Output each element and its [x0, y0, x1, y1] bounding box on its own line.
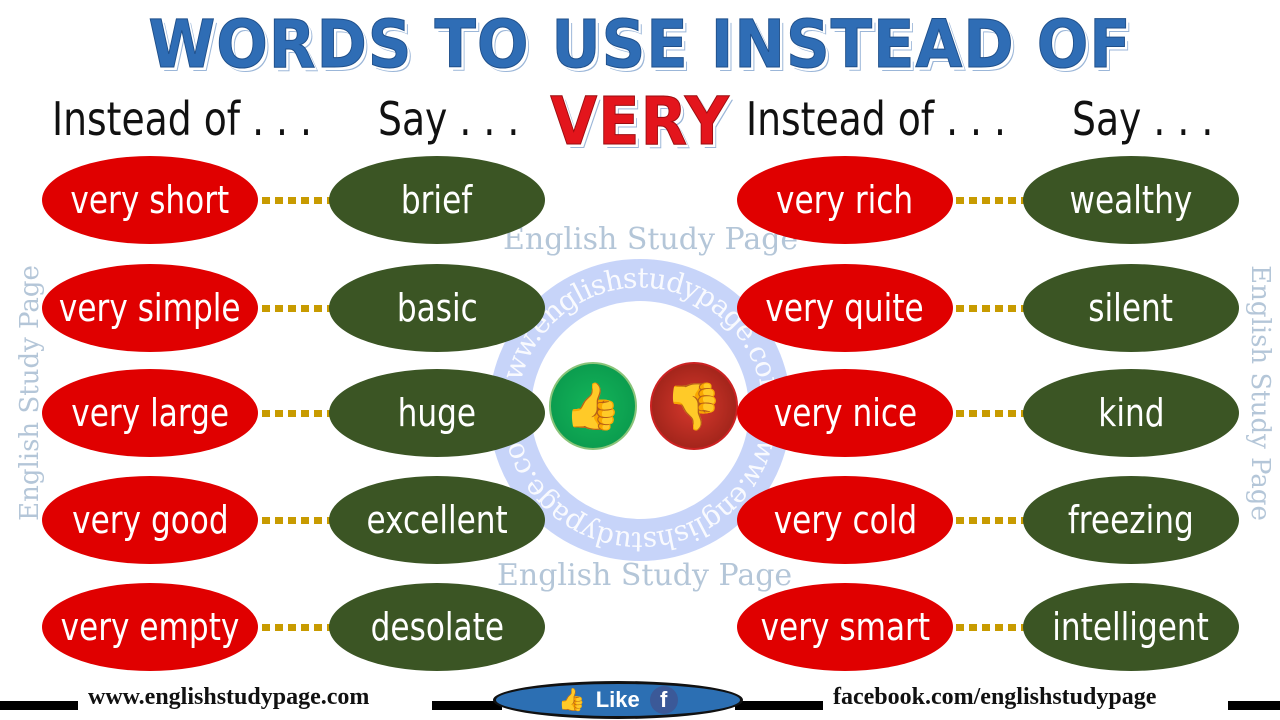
- watermark-bottom: English Study Page: [497, 558, 793, 593]
- alternative-word: intelligent: [1052, 605, 1210, 649]
- very-phrase-pill: very good: [42, 476, 258, 564]
- header-instead-of-left: Instead of . . .: [52, 92, 313, 146]
- very-phrase: very good: [71, 498, 229, 542]
- alternative-word: huge: [397, 391, 477, 435]
- very-phrase: very nice: [773, 391, 917, 435]
- facebook-like-button[interactable]: 👍 Like f: [493, 681, 743, 719]
- website-link[interactable]: www.englishstudypage.com: [88, 684, 369, 711]
- header-say-right: Say . . .: [1072, 92, 1214, 146]
- facebook-link[interactable]: facebook.com/englishstudypage: [833, 684, 1156, 711]
- alternative-word-pill: intelligent: [1023, 583, 1239, 671]
- svg-text:www.englishstudypage.com: www.englishstudypage.com: [491, 261, 788, 405]
- alternative-word-pill: kind: [1023, 369, 1239, 457]
- very-phrase-pill: very rich: [737, 156, 953, 244]
- alternative-word-pill: huge: [329, 369, 545, 457]
- very-phrase-pill: very simple: [42, 264, 258, 352]
- thumbs-up-icon: 👍: [558, 687, 586, 712]
- very-phrase-pill: very short: [42, 156, 258, 244]
- header-say-left: Say . . .: [378, 92, 520, 146]
- very-phrase-pill: very cold: [737, 476, 953, 564]
- very-phrase-pill: very nice: [737, 369, 953, 457]
- alternative-word-pill: freezing: [1023, 476, 1239, 564]
- very-phrase-pill: very empty: [42, 583, 258, 671]
- alternative-word-pill: excellent: [329, 476, 545, 564]
- alternative-word: wealthy: [1069, 178, 1193, 222]
- facebook-icon: f: [649, 686, 678, 714]
- alternative-word-pill: desolate: [329, 583, 545, 671]
- thumbs-down-icon: 👎: [650, 362, 738, 450]
- very-phrase-pill: very large: [42, 369, 258, 457]
- dotted-connector: [956, 305, 1024, 312]
- very-phrase: very empty: [60, 605, 240, 649]
- very-phrase: very quite: [765, 286, 925, 330]
- dotted-connector: [956, 197, 1024, 204]
- watermark-left: English Study Page: [15, 265, 45, 521]
- very-phrase: very simple: [59, 286, 241, 330]
- alternative-word: excellent: [366, 498, 508, 542]
- watermark-top: English Study Page: [503, 222, 799, 257]
- alternative-word: brief: [401, 178, 473, 222]
- very-phrase-pill: very quite: [737, 264, 953, 352]
- dotted-connector: [956, 517, 1024, 524]
- dotted-connector: [956, 410, 1024, 417]
- dotted-connector: [262, 197, 330, 204]
- dotted-connector: [262, 305, 330, 312]
- footer-divider: [0, 701, 78, 710]
- alternative-word: kind: [1097, 391, 1165, 435]
- very-phrase: very short: [70, 178, 230, 222]
- alternative-word: freezing: [1067, 498, 1194, 542]
- alternative-word: desolate: [370, 605, 504, 649]
- footer-divider: [735, 701, 823, 710]
- alternative-word: basic: [396, 286, 478, 330]
- alternative-word-pill: basic: [329, 264, 545, 352]
- header-instead-of-right: Instead of . . .: [746, 92, 1007, 146]
- alternative-word-pill: brief: [329, 156, 545, 244]
- footer-divider: [432, 701, 502, 710]
- dotted-connector: [262, 624, 330, 631]
- dotted-connector: [956, 624, 1024, 631]
- very-phrase-pill: very smart: [737, 583, 953, 671]
- watermark-right: English Study Page: [1245, 265, 1275, 521]
- alternative-word-pill: wealthy: [1023, 156, 1239, 244]
- thumbs-up-icon: 👍: [549, 362, 637, 450]
- dotted-connector: [262, 410, 330, 417]
- very-phrase: very smart: [760, 605, 930, 649]
- alternative-word-pill: silent: [1023, 264, 1239, 352]
- very-phrase: very rich: [776, 178, 914, 222]
- title-highlight: VERY: [550, 83, 730, 161]
- very-phrase: very cold: [773, 498, 917, 542]
- dotted-connector: [262, 517, 330, 524]
- footer-divider: [1228, 701, 1280, 710]
- alternative-word: silent: [1088, 286, 1174, 330]
- very-phrase: very large: [71, 391, 229, 435]
